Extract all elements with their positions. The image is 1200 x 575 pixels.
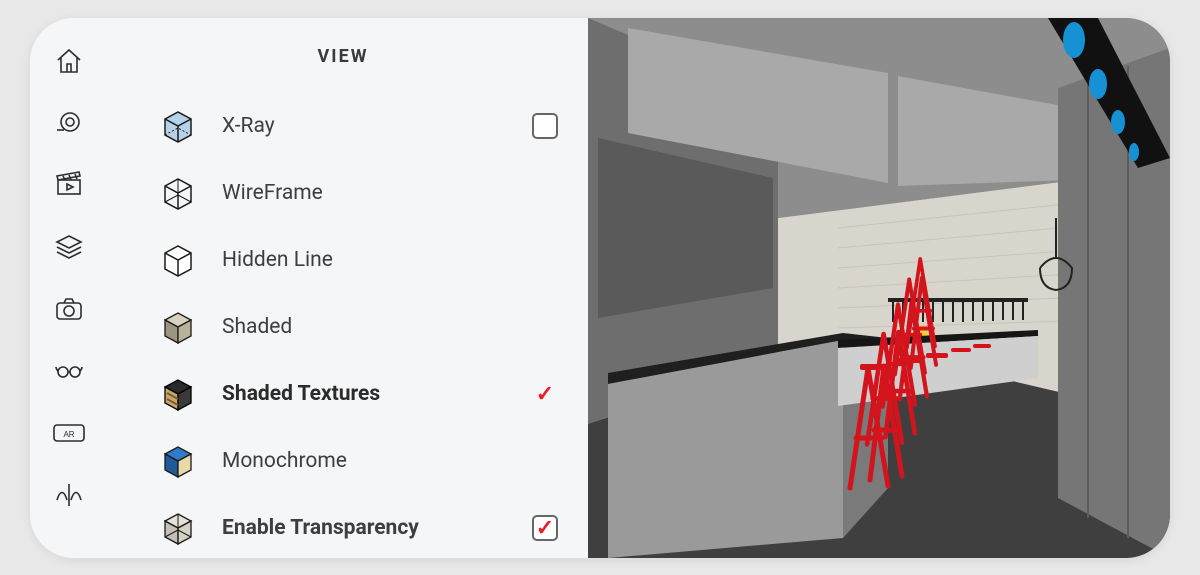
transparency-cube-icon (156, 506, 200, 550)
shadedtex-cube-icon (156, 372, 200, 416)
rendered-scene (588, 18, 1170, 558)
option-shaded-textures[interactable]: Shaded Textures ✓ (156, 365, 560, 423)
option-shaded[interactable]: Shaded (156, 298, 560, 356)
option-label: WireFrame (222, 181, 508, 205)
option-label: X-Ray (222, 114, 508, 138)
tape-measure-icon[interactable] (52, 106, 86, 140)
option-checkbox[interactable]: ✓ (530, 515, 560, 541)
option-xray[interactable]: X-Ray (156, 97, 560, 155)
home-icon[interactable] (52, 44, 86, 78)
wireframe-cube-icon (156, 171, 200, 215)
option-wireframe[interactable]: WireFrame (156, 164, 560, 222)
view-panel: VIEW X-Ray (108, 18, 588, 558)
glasses-icon[interactable] (52, 354, 86, 388)
option-label: Enable Transparency (222, 516, 508, 540)
option-label: Hidden Line (222, 248, 508, 272)
option-label: Shaded (222, 315, 508, 339)
xray-cube-icon (156, 104, 200, 148)
option-monochrome[interactable]: Monochrome (156, 432, 560, 490)
layers-icon[interactable] (52, 230, 86, 264)
option-label: Monochrome (222, 449, 508, 473)
model-viewport[interactable] (588, 18, 1170, 558)
option-label: Shaded Textures (222, 382, 508, 406)
selected-check-icon: ✓ (530, 382, 560, 407)
clapperboard-icon[interactable] (52, 168, 86, 202)
option-hiddenline[interactable]: Hidden Line (156, 231, 560, 289)
app-window: AR VIEW X-Ray (30, 18, 1170, 558)
view-options-list: X-Ray WireFrame (126, 97, 560, 557)
shaded-cube-icon (156, 305, 200, 349)
camera-icon[interactable] (52, 292, 86, 326)
monochrome-cube-icon (156, 439, 200, 483)
mirror-icon[interactable] (52, 478, 86, 512)
option-enable-transparency[interactable]: Enable Transparency ✓ (156, 499, 560, 557)
svg-text:AR: AR (63, 430, 74, 439)
panel-title: VIEW (126, 18, 560, 97)
option-checkbox[interactable] (530, 113, 560, 139)
ar-icon[interactable]: AR (52, 416, 86, 450)
left-toolbar: AR (30, 18, 108, 558)
hiddenline-cube-icon (156, 238, 200, 282)
